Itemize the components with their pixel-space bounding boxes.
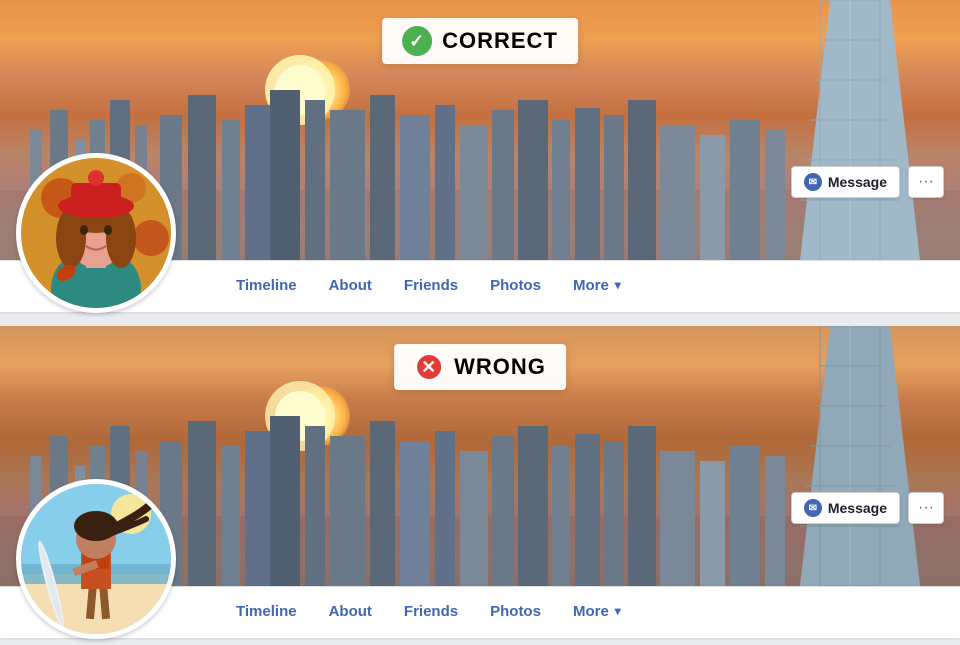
message-button-correct[interactable]: ✉ Message [791, 166, 900, 198]
messenger-icon-correct: ✉ [804, 173, 822, 191]
section-divider [0, 319, 960, 326]
dots-button-correct[interactable]: ··· [908, 166, 944, 198]
message-button-wrong[interactable]: ✉ Message [791, 492, 900, 524]
tab-photos-correct[interactable]: Photos [474, 261, 557, 313]
wrong-badge: ✕ WRONG [394, 344, 566, 390]
avatar-wrong [16, 479, 176, 639]
tab-timeline-correct[interactable]: Timeline [220, 261, 313, 313]
x-icon: ✕ [414, 352, 444, 382]
tab-photos-wrong[interactable]: Photos [474, 587, 557, 639]
tab-more-correct[interactable]: More ▾ [557, 261, 637, 313]
dots-button-wrong[interactable]: ··· [908, 492, 944, 524]
tab-timeline-wrong[interactable]: Timeline [220, 587, 313, 639]
dots-label-correct: ··· [918, 173, 934, 191]
tab-about-wrong[interactable]: About [313, 587, 388, 639]
messenger-icon-wrong: ✉ [804, 499, 822, 517]
correct-badge: ✓ CORRECT [382, 18, 578, 64]
message-label-wrong: Message [828, 500, 887, 516]
chevron-down-icon-correct: ▾ [615, 278, 621, 292]
message-label-correct: Message [828, 174, 887, 190]
check-icon: ✓ [402, 26, 432, 56]
correct-section: ✓ CORRECT ✉ Message ··· [0, 0, 960, 319]
message-btn-area-correct: ✉ Message ··· [791, 166, 944, 198]
tab-friends-correct[interactable]: Friends [388, 261, 474, 313]
correct-label: CORRECT [442, 28, 558, 54]
dots-label-wrong: ··· [918, 499, 934, 517]
avatar-correct [16, 153, 176, 313]
tab-about-correct[interactable]: About [313, 261, 388, 313]
message-btn-area-wrong: ✉ Message ··· [791, 492, 944, 524]
avatar-svg-wrong [21, 484, 171, 634]
wrong-section: ✕ WRONG ✉ Message ··· [0, 326, 960, 645]
tab-more-wrong[interactable]: More ▾ [557, 587, 637, 639]
wrong-label: WRONG [454, 354, 546, 380]
avatar-svg-correct [21, 158, 171, 308]
tab-friends-wrong[interactable]: Friends [388, 587, 474, 639]
chevron-down-icon-wrong: ▾ [615, 604, 621, 618]
